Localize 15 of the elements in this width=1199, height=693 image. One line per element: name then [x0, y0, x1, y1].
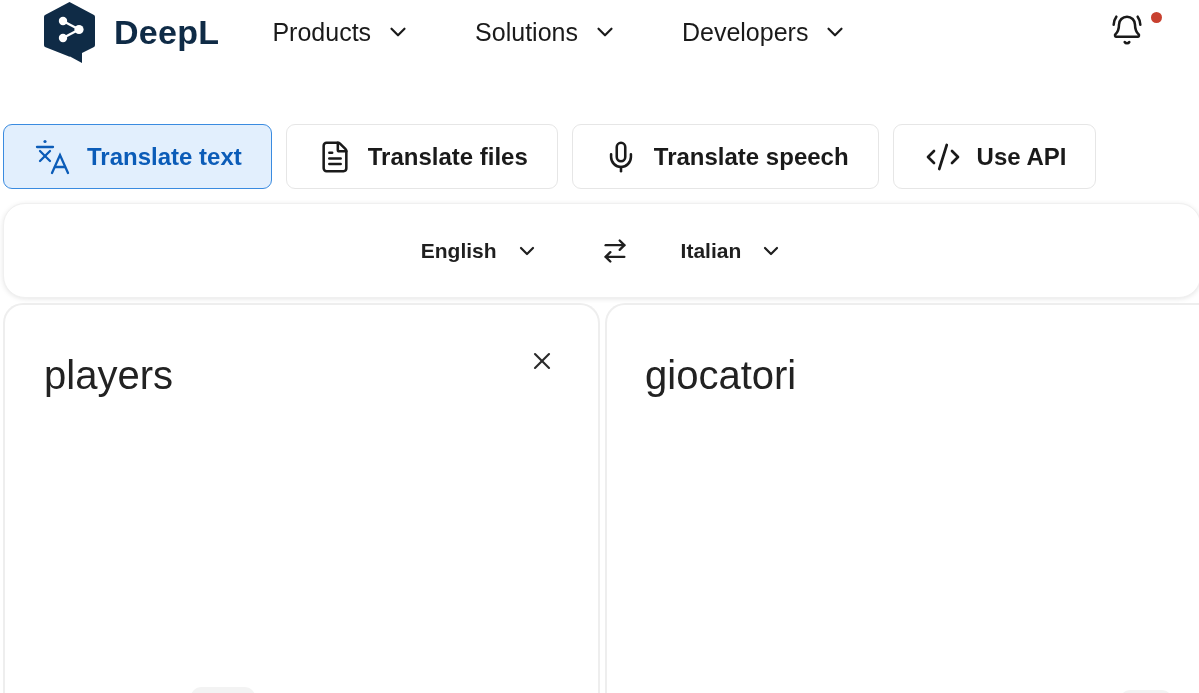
bell-icon [1111, 14, 1143, 46]
nav-menu-item[interactable]: Solutions [475, 17, 618, 47]
notifications-button[interactable] [1111, 14, 1143, 46]
source-language-select[interactable]: English [420, 238, 539, 263]
mode-tab[interactable]: Use API [892, 124, 1097, 189]
nav-menu-item[interactable]: Developers [681, 17, 849, 47]
mode-tab[interactable]: Translate speech [571, 124, 879, 189]
target-language-select[interactable]: Italian [680, 238, 784, 263]
brand-name: DeepL [114, 12, 220, 52]
source-text-field[interactable]: players [5, 305, 528, 687]
translation-text: giocatori [644, 352, 797, 399]
mode-tab[interactable]: Translate text [3, 124, 272, 189]
mode-tab[interactable]: Translate files [285, 124, 558, 189]
translate-icon [35, 138, 71, 175]
nav-menu-item[interactable]: Products [272, 17, 412, 47]
